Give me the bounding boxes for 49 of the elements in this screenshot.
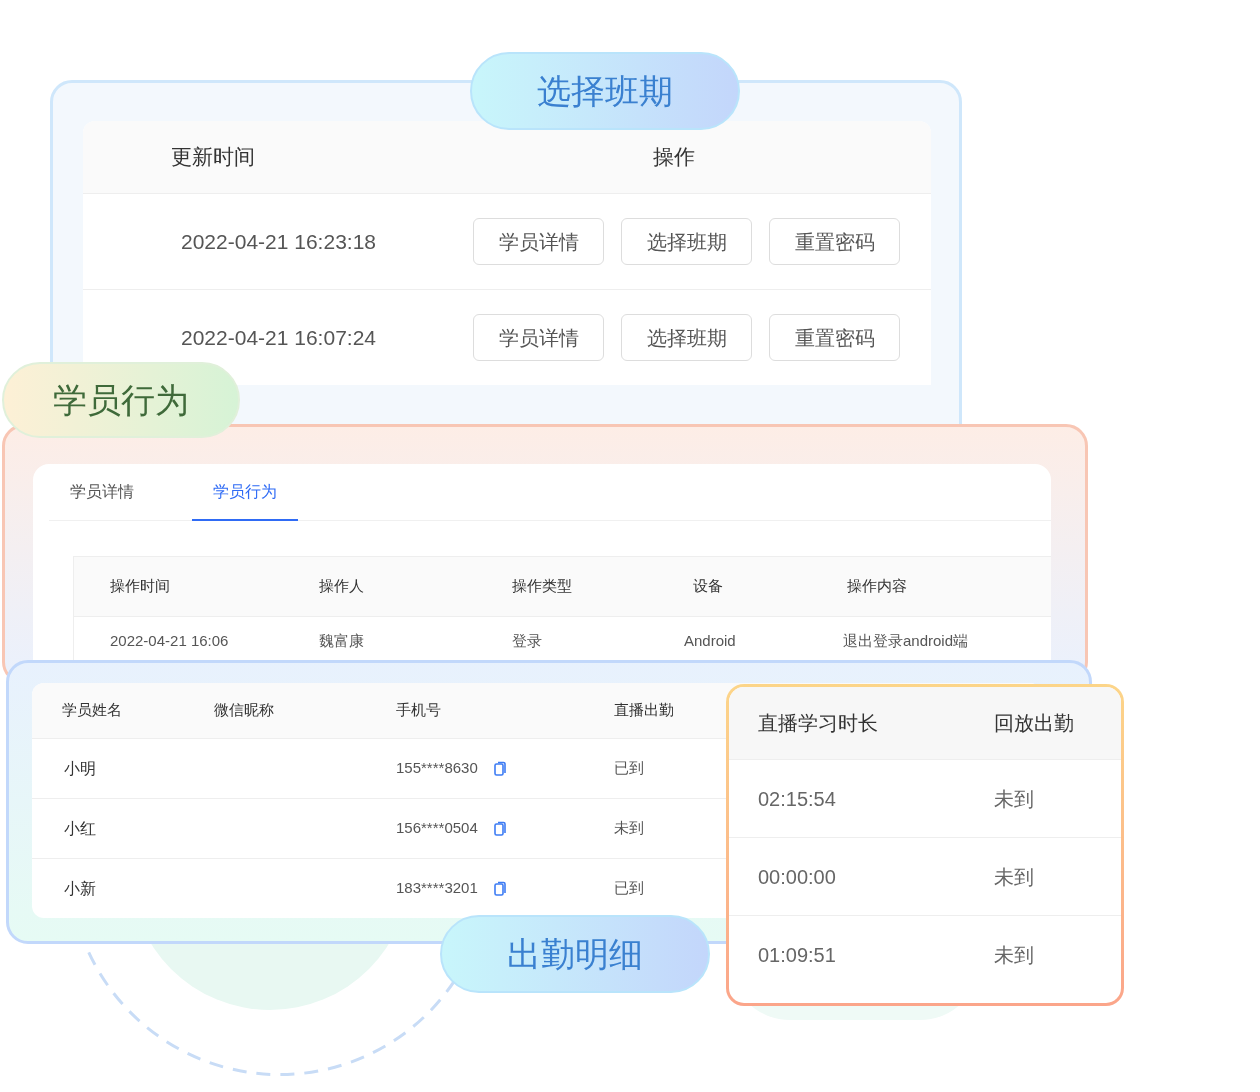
- table-cell-text: 00:00:00: [758, 864, 837, 890]
- table-cell: 2022-04-21 16:06: [110, 632, 229, 650]
- column-header: 手机号: [396, 701, 441, 719]
- copy-icon[interactable]: [493, 820, 506, 837]
- table-cell: 已到: [614, 879, 644, 897]
- table-cell-text: 未到: [994, 864, 1034, 890]
- section-badge: 学员行为: [2, 362, 240, 438]
- action-button[interactable]: 选择班期: [621, 314, 752, 361]
- table-cell-text: 183****3201: [396, 878, 478, 899]
- column-header: 操作类型: [512, 577, 572, 595]
- table-cell: 未到: [614, 819, 644, 837]
- column-header: 操作时间: [110, 577, 170, 595]
- action-button[interactable]: 学员详情: [473, 314, 604, 361]
- action-button[interactable]: 选择班期: [621, 218, 752, 265]
- table-cell: 已到: [614, 759, 644, 777]
- table-cell: Android: [684, 632, 736, 650]
- copy-icon[interactable]: [493, 880, 506, 897]
- section-badge: 选择班期: [470, 52, 740, 130]
- column-header: 回放出勤: [994, 711, 1074, 736]
- column-header: 设备: [693, 577, 723, 595]
- copy-icon[interactable]: [493, 760, 506, 777]
- column-header: 更新时间: [171, 144, 256, 171]
- section-badge: 出勤明细: [440, 915, 710, 993]
- table-cell: 登录: [512, 632, 542, 650]
- tab[interactable]: 学员行为: [192, 464, 298, 521]
- action-button[interactable]: 重置密码: [769, 314, 900, 361]
- column-header: 微信昵称: [214, 701, 274, 719]
- table-cell-text: 155****8630: [396, 758, 478, 779]
- table-cell: 退出登录android端: [843, 632, 969, 650]
- table-cell-text: 02:15:54: [758, 786, 837, 812]
- table-cell-text: 未到: [994, 786, 1034, 812]
- column-header: 操作人: [319, 577, 364, 595]
- table-cell-text: 01:09:51: [758, 942, 837, 968]
- action-button[interactable]: 学员详情: [473, 218, 604, 265]
- table-cell: 小红: [64, 819, 96, 837]
- column-header: 直播学习时长: [758, 711, 879, 736]
- column-header: 操作内容: [847, 577, 907, 595]
- table-cell: 小新: [64, 879, 96, 897]
- tab[interactable]: 学员详情: [49, 464, 155, 521]
- table-cell-text: 2022-04-21 16:23:18: [181, 228, 377, 255]
- action-button[interactable]: 重置密码: [769, 218, 900, 265]
- table-cell-text: 未到: [994, 942, 1034, 968]
- column-header: 直播出勤: [614, 701, 674, 719]
- table-cell: 小明: [64, 759, 96, 777]
- table-cell-text: 2022-04-21 16:07:24: [181, 324, 377, 351]
- column-header: 操作: [653, 144, 695, 171]
- table-cell: 魏富康: [319, 632, 364, 650]
- column-header: 学员姓名: [62, 701, 122, 719]
- table-cell-text: 156****0504: [396, 818, 478, 839]
